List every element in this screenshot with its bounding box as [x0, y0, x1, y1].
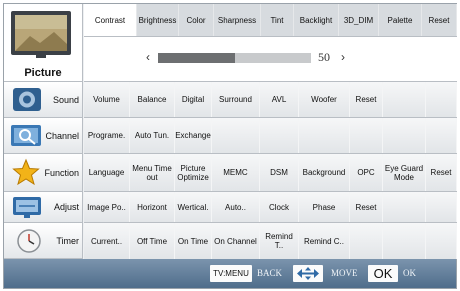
slider-increase[interactable]: ›: [341, 50, 345, 64]
sound-options-row: Volume Balance Digital Surround AVL Woofer Res…: [84, 82, 457, 118]
category-label: Sound: [52, 94, 79, 105]
adjust-option[interactable]: Auto..: [212, 192, 260, 222]
adjust-option[interactable]: Image Po..: [84, 192, 130, 222]
function-option[interactable]: Picture Optimize: [175, 154, 212, 191]
channel-option[interactable]: Auto Tun.: [130, 118, 175, 153]
category-adjust[interactable]: Adjust: [4, 192, 83, 223]
sound-option[interactable]: Balance: [130, 82, 175, 117]
empty-cell: [426, 82, 457, 117]
timer-option[interactable]: Current..: [84, 223, 130, 259]
channel-option[interactable]: Exchange: [175, 118, 212, 153]
category-function[interactable]: Function: [4, 154, 83, 192]
tab-3d-dim[interactable]: 3D_DIM: [339, 4, 379, 36]
empty-cell: [426, 223, 457, 259]
empty-cell: [299, 118, 350, 153]
adjust-option[interactable]: Horizont: [130, 192, 175, 222]
category-label: Channel: [45, 130, 79, 141]
category-sound[interactable]: Sound: [4, 82, 83, 118]
channel-option[interactable]: Programe.: [84, 118, 130, 153]
tv-menu-key[interactable]: TV:MENU: [210, 265, 252, 282]
timer-option[interactable]: Off Time: [130, 223, 175, 259]
function-option[interactable]: Background: [299, 154, 350, 191]
ok-label: OK: [403, 268, 416, 278]
sound-option[interactable]: AVL: [260, 82, 299, 117]
function-option[interactable]: Eye Guard Mode: [383, 154, 426, 191]
adjust-option[interactable]: Reset: [350, 192, 383, 222]
empty-cell: [426, 192, 457, 222]
function-option[interactable]: OPC: [350, 154, 383, 191]
function-option[interactable]: Language: [84, 154, 130, 191]
adjust-options-row: Image Po.. Horizont Wertical. Auto.. Clock Ph…: [84, 192, 457, 223]
sound-option[interactable]: Surround: [212, 82, 260, 117]
channel-options-row: Programe. Auto Tun. Exchange: [84, 118, 457, 154]
category-label: Picture: [24, 67, 62, 79]
tab-palette[interactable]: Palette: [379, 4, 422, 36]
sound-option[interactable]: Volume: [84, 82, 130, 117]
function-option[interactable]: DSM: [260, 154, 299, 191]
picture-tabs: Contrast Brightness Color Sharpness Tint…: [84, 4, 457, 37]
tab-contrast[interactable]: Contrast: [84, 4, 137, 36]
timer-option[interactable]: Remind C..: [299, 223, 350, 259]
empty-cell: [260, 118, 299, 153]
adjust-option[interactable]: Phase: [299, 192, 350, 222]
category-label: Adjust: [53, 202, 79, 212]
ok-key[interactable]: OK: [368, 265, 398, 282]
timer-option[interactable]: On Time: [175, 223, 212, 259]
category-label: Function: [44, 167, 79, 178]
empty-cell: [383, 223, 426, 259]
function-option[interactable]: Reset: [426, 154, 457, 191]
slider-value: 50: [318, 50, 330, 64]
function-options-row: Language Menu Time out Picture Optimize MEM…: [84, 154, 457, 192]
empty-cell: [350, 223, 383, 259]
function-option[interactable]: Menu Time out: [130, 154, 175, 191]
category-label: Timer: [56, 235, 79, 246]
category-timer[interactable]: Timer: [4, 223, 83, 259]
sound-option[interactable]: Woofer: [299, 82, 350, 117]
tab-reset[interactable]: Reset: [422, 4, 457, 36]
tv-osd-menu: Picture Sound Channel Function Adjust Ti…: [3, 3, 457, 289]
menu-grid: Contrast Brightness Color Sharpness Tint…: [84, 4, 457, 259]
empty-cell: [383, 192, 426, 222]
function-option[interactable]: MEMC: [212, 154, 260, 191]
timer-option[interactable]: Remind T..: [260, 223, 299, 259]
back-label: BACK: [257, 268, 283, 278]
monitor-adjust-icon: [13, 197, 41, 218]
channel-search-icon: [11, 125, 41, 146]
empty-cell: [383, 118, 426, 153]
slider-decrease[interactable]: ‹: [146, 50, 150, 64]
move-label: MOVE: [331, 268, 358, 278]
tab-backlight[interactable]: Backlight: [294, 4, 339, 36]
tab-sharpness[interactable]: Sharpness: [214, 4, 261, 36]
adjust-option[interactable]: Wertical.: [175, 192, 212, 222]
sound-option[interactable]: Digital: [175, 82, 212, 117]
tab-brightness[interactable]: Brightness: [137, 4, 179, 36]
adjust-option[interactable]: Clock: [260, 192, 299, 222]
empty-cell: [383, 82, 426, 117]
slider-fill: [158, 53, 235, 63]
timer-options-row: Current.. Off Time On Time On Channel Remind…: [84, 223, 457, 259]
slider-track[interactable]: [158, 53, 311, 63]
tab-tint[interactable]: Tint: [261, 4, 294, 36]
star-icon: [12, 158, 40, 186]
clock-icon: [17, 229, 41, 253]
timer-option[interactable]: On Channel: [212, 223, 260, 259]
contrast-slider[interactable]: ‹ 50 ›: [84, 37, 457, 82]
empty-cell: [350, 118, 383, 153]
key-hint-bar: TV:MENU BACK MOVE OK OK: [4, 259, 456, 288]
empty-cell: [426, 118, 457, 153]
category-picture[interactable]: Picture: [4, 4, 83, 82]
empty-cell: [212, 118, 260, 153]
tab-color[interactable]: Color: [179, 4, 214, 36]
category-channel[interactable]: Channel: [4, 118, 83, 154]
speaker-icon: [13, 88, 41, 111]
move-key[interactable]: [293, 265, 323, 282]
tv-screen-icon: [11, 11, 71, 58]
move-arrows-icon: [297, 267, 319, 280]
sound-option[interactable]: Reset: [350, 82, 383, 117]
